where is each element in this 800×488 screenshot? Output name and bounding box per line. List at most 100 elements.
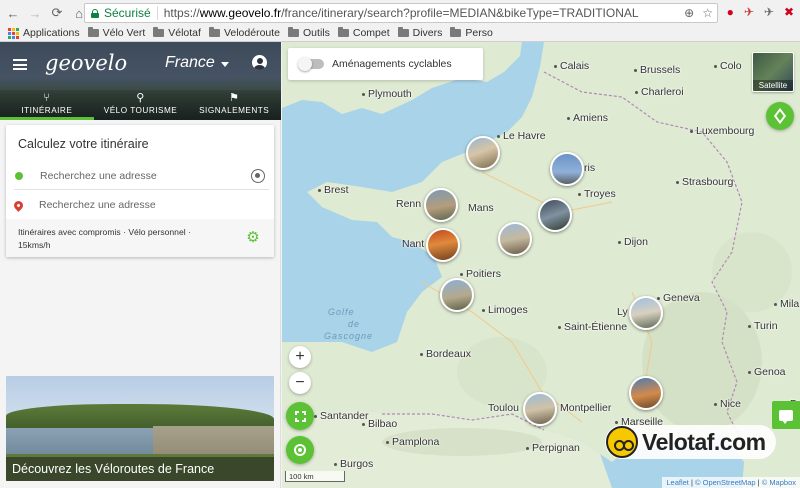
route-options[interactable]: Itinéraires avec compromis · Vélo person… [6,219,274,257]
photo-marker-chateau[interactable] [498,222,532,256]
map-label-bordeaux: Bordeaux [420,348,471,360]
bookmark-veloderoute[interactable]: Velodéroute [208,27,280,39]
photo-marker-atlantique[interactable] [440,278,474,312]
map-label-amiens: Amiens [567,112,608,124]
bookmark-velo-vert[interactable]: Vélo Vert [87,27,146,39]
url-scheme: https:// [163,6,200,20]
map-label-charleroi: Charleroi [635,86,684,98]
bookmark-label: Perso [465,27,493,39]
photo-marker-normandie[interactable] [466,136,500,170]
map-label-perpignan: Perpignan [526,442,580,454]
layers-button[interactable] [766,102,794,130]
bookmark-velotaf[interactable]: Vélotaf [153,27,201,39]
photo-marker-paris[interactable] [550,152,584,186]
back-icon[interactable]: ← [4,4,22,22]
photo-marker-nantes[interactable] [426,228,460,262]
map-label-sea-de: de [348,319,361,329]
map-label-strasbourg: Strasbourg [676,176,733,188]
bookmark-star-icon[interactable]: ☆ [702,6,713,20]
photo-marker-lyon[interactable] [629,296,663,330]
map-label-burgos: Burgos [334,458,373,470]
fork-arrows-icon: ⑂ [43,92,51,104]
browser-chrome: ← → ⟳ ⌂ Sécurisé https://www.geovelo.fr/… [0,0,800,42]
secure-indicator[interactable]: Sécurisé [85,6,158,20]
account-icon[interactable] [252,55,267,70]
photo-marker-rennes[interactable] [424,188,458,222]
bookmark-applications[interactable]: Applications [8,27,80,39]
osm-link[interactable]: © OpenStreetMap [695,478,756,487]
bookmarks-bar: Applications Vélo Vert Vélotaf Velodérou… [0,25,800,41]
folder-icon [397,27,409,37]
ext-plane-icon[interactable]: ✈ [764,5,774,19]
bookmark-label: Outils [303,27,330,39]
folder-icon [208,27,220,37]
bookmark-outils[interactable]: Outils [288,27,330,39]
tab-signalements[interactable]: ⚑ SIGNALEMENTS [187,87,281,120]
map-label-troyes: Troyes [578,188,616,200]
bookmark-label: Vélotaf [168,27,201,39]
gear-icon[interactable]: ⚙ [246,230,260,245]
feedback-button[interactable] [772,401,800,429]
end-address-input[interactable]: Recherchez une adresse [39,199,156,211]
fullscreen-button[interactable] [286,402,314,430]
map-label-plymouth: Plymouth [362,88,412,100]
photo-marker-loire-east[interactable] [538,198,572,232]
map-label-genoa: Genoa [748,366,786,378]
mapbox-link[interactable]: © Mapbox [762,478,796,487]
pinterest-extension-icon[interactable]: ● [727,5,734,19]
menu-icon[interactable] [13,59,27,70]
leaflet-link[interactable]: Leaflet [666,478,689,487]
map-label-lyon: Ly [617,306,628,318]
app-logo[interactable]: geovelo [45,51,127,75]
photo-marker-provence[interactable] [629,376,663,410]
promo-caption: Découvrez les Véloroutes de France [6,457,274,481]
url-text[interactable]: https://www.geovelo.fr/france/itinerary/… [158,6,639,20]
cycle-lanes-toggle-panel: Aménagements cyclables [288,48,483,80]
map-label-nantes: Nant [402,238,425,250]
bookmark-perso[interactable]: Perso [450,27,493,39]
tab-velo-tourisme[interactable]: ⚲ VÉLO TOURISME [94,87,188,120]
ext-arrow-icon[interactable]: ✈ [744,5,754,19]
velotaf-watermark: Velotaf.com [605,425,776,459]
locate-icon [294,444,306,456]
bookmark-divers[interactable]: Divers [397,27,442,39]
start-address-field[interactable]: Recherchez une adresse [14,162,269,190]
forward-icon[interactable]: → [26,4,44,22]
map-label-montpellier: Montpellier [554,402,611,414]
map-label-limoges: Limoges [482,304,528,316]
map-label-cologne: Colo [714,60,742,72]
folder-icon [450,27,462,37]
lock-icon [91,8,99,18]
satellite-button[interactable]: Satellite [752,52,794,92]
address-bar[interactable]: Sécurisé https://www.geovelo.fr/france/i… [84,3,718,23]
zoom-out-button[interactable]: − [289,372,311,394]
cycle-lanes-switch[interactable] [298,57,324,71]
bookmark-compet[interactable]: Compet [337,27,390,39]
map-scale: 100 km [285,471,345,482]
geolocate-target-icon[interactable] [251,169,265,183]
photo-marker-toulouse[interactable] [523,392,557,426]
apps-grid-icon [8,27,19,39]
location-permission-icon[interactable]: ⊕ [684,6,694,20]
map-label-calais: Calais [554,60,589,72]
map-label-sea-gascogne: Gascogne [324,331,374,341]
ext-close-icon[interactable]: ✖ [784,5,794,19]
end-address-field[interactable]: Recherchez une adresse [12,191,269,219]
map-label-rennes: Renn [396,198,422,210]
map[interactable]: Plymouth Calais Brussels Colo Charleroi … [282,42,800,488]
veloroutes-promo[interactable]: Découvrez les Véloroutes de France [6,376,274,481]
start-address-input[interactable]: Recherchez une adresse [40,170,157,182]
app-header: geovelo France ⑂ ITINÉRAIRE ⚲ VÉLO TOURI… [0,42,281,120]
bookmark-label: Vélo Vert [102,27,146,39]
tab-itineraire[interactable]: ⑂ ITINÉRAIRE [0,87,94,120]
reload-icon[interactable]: ⟳ [48,4,66,22]
locate-button[interactable] [286,436,314,464]
region-selector[interactable]: France [165,54,229,72]
main-tabs: ⑂ ITINÉRAIRE ⚲ VÉLO TOURISME ⚑ SIGNALEME… [0,87,281,120]
velotaf-watermark-text: Velotaf.com [642,428,766,455]
chat-bubble-icon [779,409,793,424]
zoom-in-button[interactable]: + [289,346,311,368]
route-options-line2: 15kms/h [18,240,51,250]
map-label-nice: Nice [714,398,741,410]
map-label-toulouse: Toulou [488,402,519,414]
